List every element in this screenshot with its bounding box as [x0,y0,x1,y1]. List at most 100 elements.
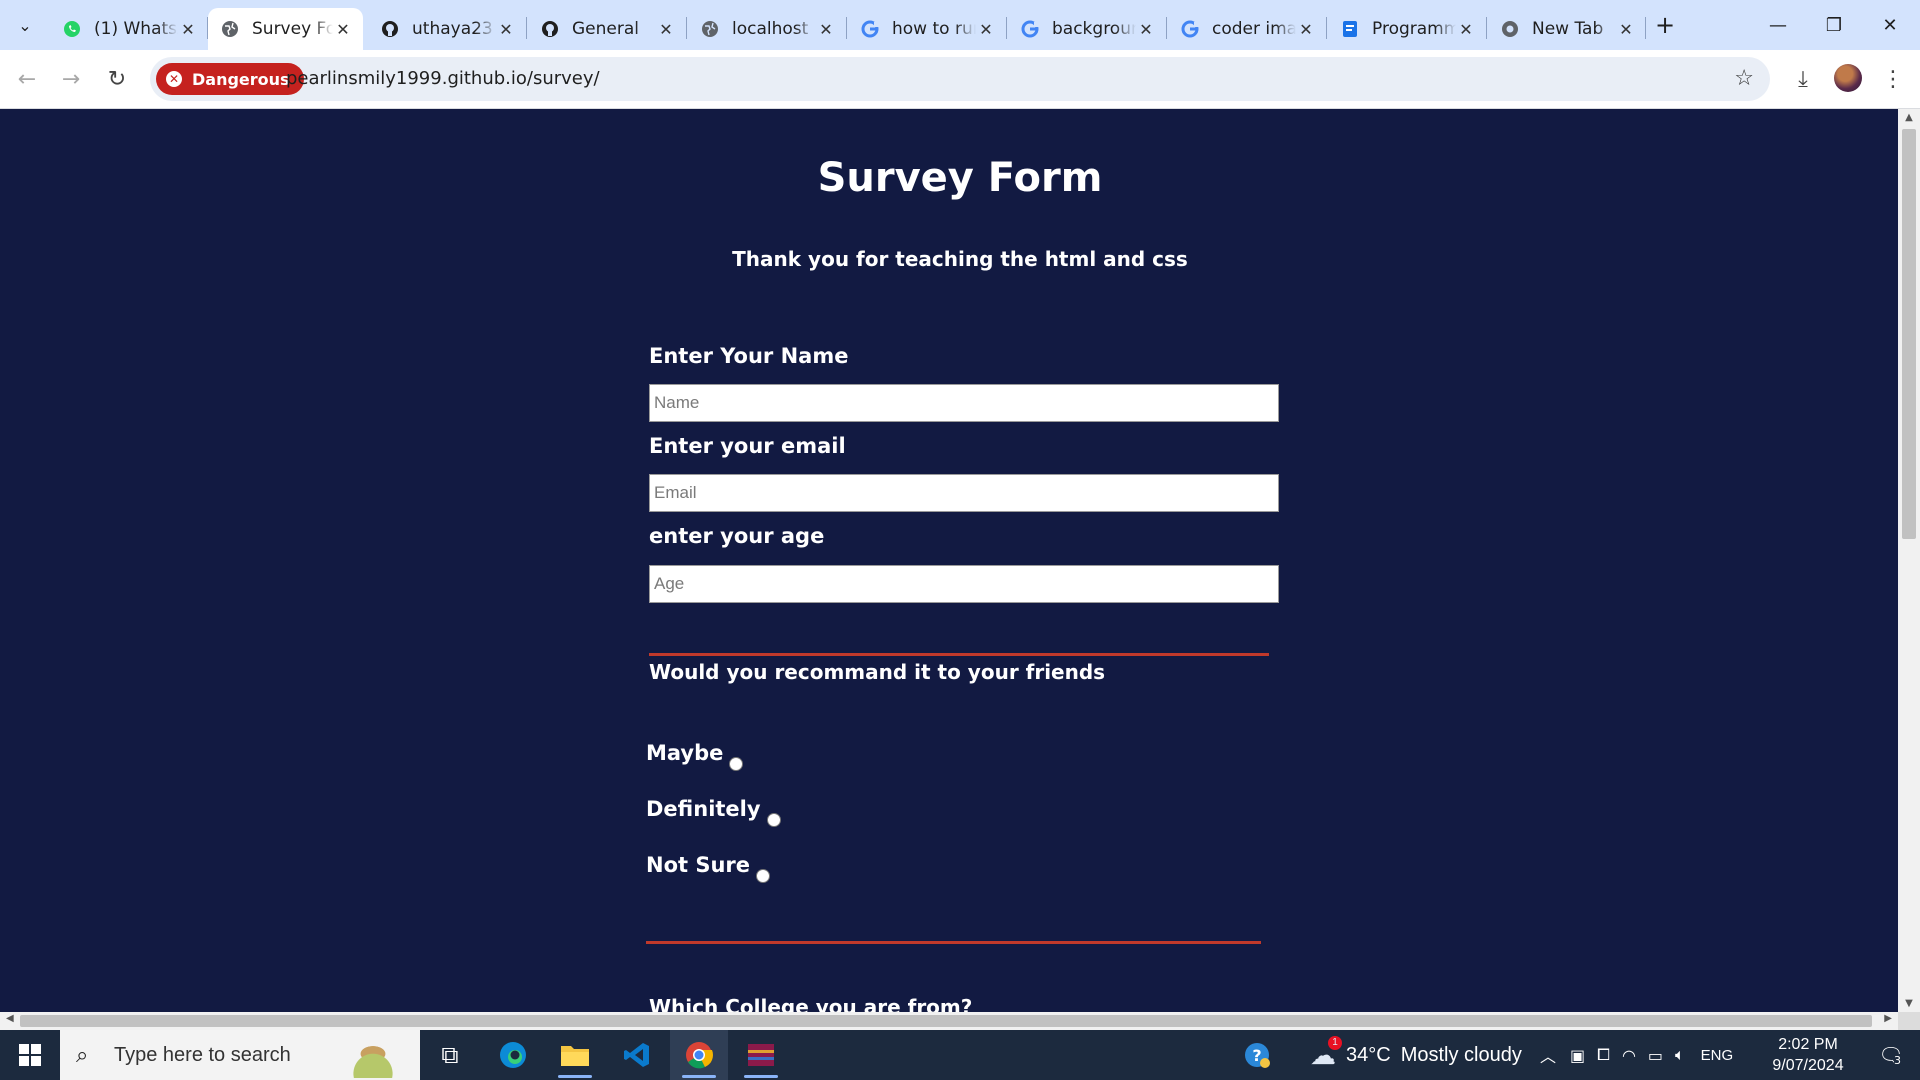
google-icon [1180,19,1200,39]
chevron-down-icon: ⌄ [18,15,32,35]
radio-button[interactable] [729,757,744,771]
running-indicator [682,1075,716,1078]
scroll-left-icon[interactable]: ◀ [6,1013,14,1024]
tab-whatsapp[interactable]: (1) WhatsApp ✕ [50,8,208,50]
page-title: Survey Form [817,155,1103,201]
downloads-button[interactable]: ⤓ [1788,64,1818,94]
tab-google-coder-image[interactable]: coder imag ✕ [1168,8,1326,50]
tab-title: coder imag [1212,19,1296,39]
clock[interactable]: 2:02 PM 9/07/2024 [1758,1034,1858,1076]
radio-option-maybe[interactable]: Maybe [646,741,744,771]
tab-localhost[interactable]: localhost ✕ [688,8,846,50]
meet-now-icon[interactable]: ▣ [1570,1046,1585,1065]
profile-avatar[interactable] [1834,64,1862,92]
start-button[interactable] [0,1030,60,1080]
edge-icon [500,1042,526,1068]
tab-search-button[interactable]: ⌄ [10,10,40,40]
notification-center-button[interactable]: 🗨︎ 3 [1866,1030,1916,1080]
forms-icon [1340,19,1360,39]
vertical-scrollbar[interactable]: ▲ ▼ [1898,109,1920,1012]
google-icon [860,19,880,39]
restore-button[interactable]: ❐ [1806,0,1862,50]
search-highlight-image [334,1034,412,1078]
age-input[interactable] [649,565,1279,603]
url-text[interactable]: pearlinsmily1999.github.io/survey/ [286,57,600,101]
language-indicator[interactable]: ENG [1701,1047,1734,1064]
radio-option-not-sure[interactable]: Not Sure [646,853,771,883]
chevron-up-icon[interactable]: ︿ [1540,1043,1556,1067]
close-icon[interactable]: ✕ [1296,20,1316,39]
tab-new-tab[interactable]: New Tab ✕ [1488,8,1646,50]
device-icon[interactable]: ⧠ [1597,1045,1610,1065]
close-icon[interactable]: ✕ [1616,20,1636,39]
close-icon[interactable]: ✕ [1136,20,1156,39]
horizontal-scrollbar[interactable]: ◀ ▶ [0,1012,1898,1030]
section-divider [649,653,1269,656]
notification-count: 3 [1894,1054,1901,1067]
tab-github-general[interactable]: General ✕ [528,8,686,50]
chrome-taskbar-button[interactable] [670,1030,728,1080]
scrollbar-corner [1898,1012,1920,1030]
page-subtitle: Thank you for teaching the html and css [732,247,1188,271]
bookmark-star-icon[interactable]: ☆ [1734,66,1754,91]
radio-button[interactable] [756,869,771,883]
tab-title: (1) WhatsApp [94,19,178,39]
security-warning-chip[interactable]: ✕ Dangerous [156,63,304,95]
tab-separator [526,17,527,39]
email-input[interactable] [649,474,1279,512]
vscode-button[interactable] [608,1030,666,1080]
close-icon[interactable]: ✕ [1456,20,1476,39]
help-button[interactable]: ? [1228,1030,1286,1080]
weather-widget[interactable]: ☁ 1 34°C Mostly cloudy [1310,1030,1522,1080]
radio-option-definitely[interactable]: Definitely [646,797,781,827]
winrar-button[interactable] [732,1030,790,1080]
scrollbar-thumb[interactable] [20,1015,1872,1027]
close-window-button[interactable]: ✕ [1862,0,1918,50]
scroll-up-icon[interactable]: ▲ [1898,112,1920,123]
close-icon[interactable]: ✕ [496,20,516,39]
scroll-down-icon[interactable]: ▼ [1898,998,1920,1009]
system-tray: ︿ ▣ ⧠ ◠ ▭ 🔈︎ ENG [1540,1030,1733,1080]
radio-button[interactable] [766,813,781,827]
edge-button[interactable] [484,1030,542,1080]
name-input[interactable] [649,384,1279,422]
windows-icon [19,1044,41,1066]
security-chip-label: Dangerous [192,69,290,89]
close-icon[interactable]: ✕ [976,20,996,39]
tab-google-background[interactable]: background ✕ [1008,8,1166,50]
new-tab-button[interactable]: + [1650,10,1680,40]
section-divider [646,941,1261,944]
back-button[interactable]: ← [10,62,44,96]
scrollbar-thumb[interactable] [1902,129,1916,539]
close-icon[interactable]: ✕ [656,20,676,39]
close-icon[interactable]: ✕ [333,20,353,39]
tab-title: background [1052,19,1136,39]
volume-icon[interactable]: 🔈︎ [1675,1045,1685,1065]
address-bar[interactable]: ✕ Dangerous pearlinsmily1999.github.io/s… [150,57,1770,101]
age-label: enter your age [649,524,825,548]
browser-toolbar: ← → ↻ ✕ Dangerous pearlinsmily1999.githu… [0,50,1920,109]
tab-google-how-to-run[interactable]: how to run ✕ [848,8,1006,50]
tab-github-uthaya[interactable]: uthaya23 ( ✕ [368,8,526,50]
tab-programming[interactable]: Programm ✕ [1328,8,1486,50]
menu-button[interactable]: ⋮ [1878,64,1908,94]
wifi-icon[interactable]: ◠ [1622,1046,1636,1065]
scroll-right-icon[interactable]: ▶ [1884,1013,1892,1024]
close-icon[interactable]: ✕ [816,20,836,39]
arrow-right-icon: → [61,66,81,92]
tab-separator [1486,17,1487,39]
minimize-button[interactable]: — [1750,0,1806,50]
download-icon: ⤓ [1798,66,1808,92]
tab-title: Programm [1372,19,1456,39]
reload-button[interactable]: ↻ [100,62,134,96]
tab-survey-form[interactable]: Survey Form ✕ [208,8,363,50]
forward-button[interactable]: → [54,62,88,96]
recommend-question: Would you recommand it to your friends [649,660,1106,684]
file-explorer-button[interactable] [546,1030,604,1080]
task-view-button[interactable]: ⧉ [421,1030,479,1080]
taskbar-search[interactable]: ⌕ Type here to search [60,1030,420,1080]
close-icon[interactable]: ✕ [178,20,198,39]
search-icon: ⌕ [76,1042,89,1067]
tab-title: Survey Form [252,19,333,39]
battery-icon[interactable]: ▭ [1648,1046,1663,1065]
